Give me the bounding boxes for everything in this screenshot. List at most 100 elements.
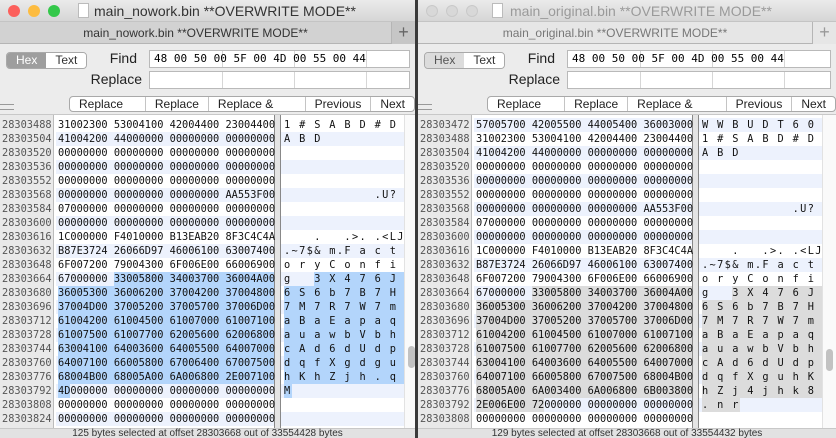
hex-group[interactable]: 6F007200 <box>476 273 526 285</box>
hex-group[interactable]: 26066D97 <box>532 259 582 271</box>
hex-row[interactable]: 2E006E00 72000000 00000000 00000000 <box>474 398 693 412</box>
hex-group[interactable]: 00000000 <box>476 231 526 243</box>
hex-group[interactable]: B87E3724 <box>476 259 526 271</box>
hex-group[interactable]: 00000000 <box>170 399 220 411</box>
scrollbar-thumb[interactable] <box>408 345 415 368</box>
hex-row[interactable]: 00000000 00000000 00000000 00000000 <box>474 412 693 426</box>
hex-row[interactable]: 00000000 00000000 00000000 00000000 <box>474 174 693 188</box>
hex-group[interactable]: 2E006E00 <box>476 399 526 411</box>
hex-group[interactable]: 6A003400 <box>532 385 582 397</box>
hex-group[interactable]: 41004200 <box>476 147 526 159</box>
close-button[interactable] <box>426 5 438 17</box>
ascii-row[interactable]: .U? <box>281 188 404 202</box>
hex-group[interactable]: 07000000 <box>476 217 526 229</box>
hex-group[interactable]: 46006100 <box>170 245 220 257</box>
hex-group[interactable]: 00000000 <box>58 399 108 411</box>
hex-group[interactable]: 00000000 <box>114 399 164 411</box>
replace-input[interactable] <box>567 71 831 89</box>
hex-group[interactable]: 37004D00 <box>58 301 108 313</box>
hex-group[interactable]: 00000000 <box>58 217 108 229</box>
hex-group[interactable]: 6F006E00 <box>170 259 220 271</box>
hex-group[interactable]: 23004400 <box>225 119 275 131</box>
hex-group[interactable]: 00000000 <box>588 231 638 243</box>
hex-row[interactable]: 00000000 00000000 00000000 00000000 <box>474 188 693 202</box>
hex-group[interactable]: 00000000 <box>225 133 275 145</box>
hex-group[interactable]: 64007100 <box>58 357 108 369</box>
zoom-button[interactable] <box>466 5 478 17</box>
hex-row[interactable]: 00000000 00000000 00000000 AA553F00 <box>56 188 275 202</box>
hex-group[interactable]: 33005800 <box>114 273 164 285</box>
hex-group[interactable]: 36005300 <box>58 287 108 299</box>
hex-row[interactable]: 57005700 42005500 44005400 36003000 <box>474 118 693 132</box>
title-bar[interactable]: main_nowork.bin **OVERWRITE MODE** <box>0 0 415 22</box>
hex-group[interactable]: 00000000 <box>114 217 164 229</box>
hex-group[interactable]: 66005800 <box>532 371 582 383</box>
ascii-column[interactable]: W W B U D T 6 0 1 # S A B D # D A B D .U… <box>699 115 823 428</box>
ascii-row[interactable]: c A d 6 d U d p <box>699 356 823 370</box>
replace-button[interactable]: Replace <box>146 97 209 111</box>
hex-group[interactable]: 00000000 <box>58 161 108 173</box>
hex-row[interactable]: 4D000000 00000000 00000000 00000000 <box>56 384 275 398</box>
hex-group[interactable]: 00000000 <box>114 189 164 201</box>
hex-group[interactable]: 61004500 <box>114 315 164 327</box>
hex-group[interactable]: 00000000 <box>114 203 164 215</box>
next-button[interactable]: Next <box>792 97 835 111</box>
hex-row[interactable]: 31002300 53004100 42004400 23004400 <box>474 132 693 146</box>
hex-group[interactable]: 44000000 <box>114 133 164 145</box>
hex-row[interactable]: 07000000 00000000 00000000 00000000 <box>56 202 275 216</box>
hex-group[interactable]: 8F3C4C4A <box>225 231 275 243</box>
hex-column[interactable]: 57005700 42005500 44005400 36003000 31002… <box>474 115 693 428</box>
hex-row[interactable]: 31002300 53004100 42004400 23004400 <box>56 118 275 132</box>
hex-row[interactable]: 37004D00 37005200 37005700 37006D00 <box>56 300 275 314</box>
hex-group[interactable]: 36004A00 <box>225 273 275 285</box>
ascii-row[interactable] <box>699 188 822 202</box>
hex-group[interactable]: 36005300 <box>476 301 526 313</box>
hex-row[interactable]: 00000000 00000000 00000000 00000000 <box>56 146 275 160</box>
ascii-row[interactable] <box>699 174 822 188</box>
ascii-row[interactable]: . n r <box>699 398 822 412</box>
hex-row[interactable]: B87E3724 26066D97 46006100 63007400 <box>474 258 693 272</box>
hex-group[interactable]: 66005800 <box>114 357 164 369</box>
hex-group[interactable]: 68004B00 <box>643 371 693 383</box>
ascii-row[interactable] <box>281 146 404 160</box>
hex-group[interactable]: 62005600 <box>170 329 220 341</box>
hex-group[interactable]: 6A006800 <box>170 371 220 383</box>
hex-group[interactable]: 36006200 <box>114 287 164 299</box>
hex-row[interactable]: 6F007200 79004300 6F006E00 66006900 <box>474 272 693 286</box>
hex-group[interactable]: 00000000 <box>170 203 220 215</box>
hex-group[interactable]: 00000000 <box>170 413 220 425</box>
hex-row[interactable]: 61004200 61004500 61007000 61007100 <box>56 314 275 328</box>
hex-group[interactable]: 00000000 <box>170 175 220 187</box>
tab-document[interactable]: main_nowork.bin **OVERWRITE MODE** <box>0 22 391 44</box>
hex-group[interactable]: 53004100 <box>114 119 164 131</box>
ascii-row[interactable]: a B a E a p a q <box>699 328 823 342</box>
ascii-row[interactable]: 1 # S A B D # D <box>281 118 404 132</box>
hex-group[interactable]: 00000000 <box>114 413 164 425</box>
hex-group[interactable]: 64005500 <box>588 357 638 369</box>
ascii-row[interactable]: d q f X g d g u <box>281 356 405 370</box>
replace-all-button[interactable]: Replace All <box>70 97 146 111</box>
hex-group[interactable]: 61007700 <box>114 329 164 341</box>
hex-group[interactable]: 79004300 <box>532 273 582 285</box>
hex-group[interactable]: B13EAB20 <box>170 231 220 243</box>
hex-row[interactable]: 61007500 61007700 62005600 62006800 <box>56 328 275 342</box>
panel-resize-grip-icon[interactable] <box>0 104 14 110</box>
hex-row[interactable]: 68004B00 68005A00 6A006800 2E007100 <box>56 370 275 384</box>
hex-row[interactable]: 00000000 00000000 00000000 00000000 <box>56 174 275 188</box>
hex-group[interactable]: 00000000 <box>643 217 693 229</box>
hex-group[interactable]: 00000000 <box>532 217 582 229</box>
ascii-row[interactable] <box>281 398 404 412</box>
hex-group[interactable]: 33005800 <box>532 287 582 299</box>
hex-group[interactable]: 61004500 <box>532 329 582 341</box>
hex-group[interactable]: 37004D00 <box>476 315 526 327</box>
replace-input[interactable] <box>149 71 410 89</box>
hex-group[interactable]: 00000000 <box>170 217 220 229</box>
ascii-row[interactable]: c A d 6 d U d p <box>281 342 405 356</box>
hex-group[interactable]: 00000000 <box>588 147 638 159</box>
hex-group[interactable]: 00000000 <box>170 133 220 145</box>
hex-group[interactable]: 53004100 <box>532 133 582 145</box>
vertical-scrollbar[interactable] <box>404 115 415 428</box>
hex-group[interactable]: 68004B00 <box>58 371 108 383</box>
ascii-row[interactable]: A B D <box>281 132 404 146</box>
hex-group[interactable]: 00000000 <box>225 399 275 411</box>
